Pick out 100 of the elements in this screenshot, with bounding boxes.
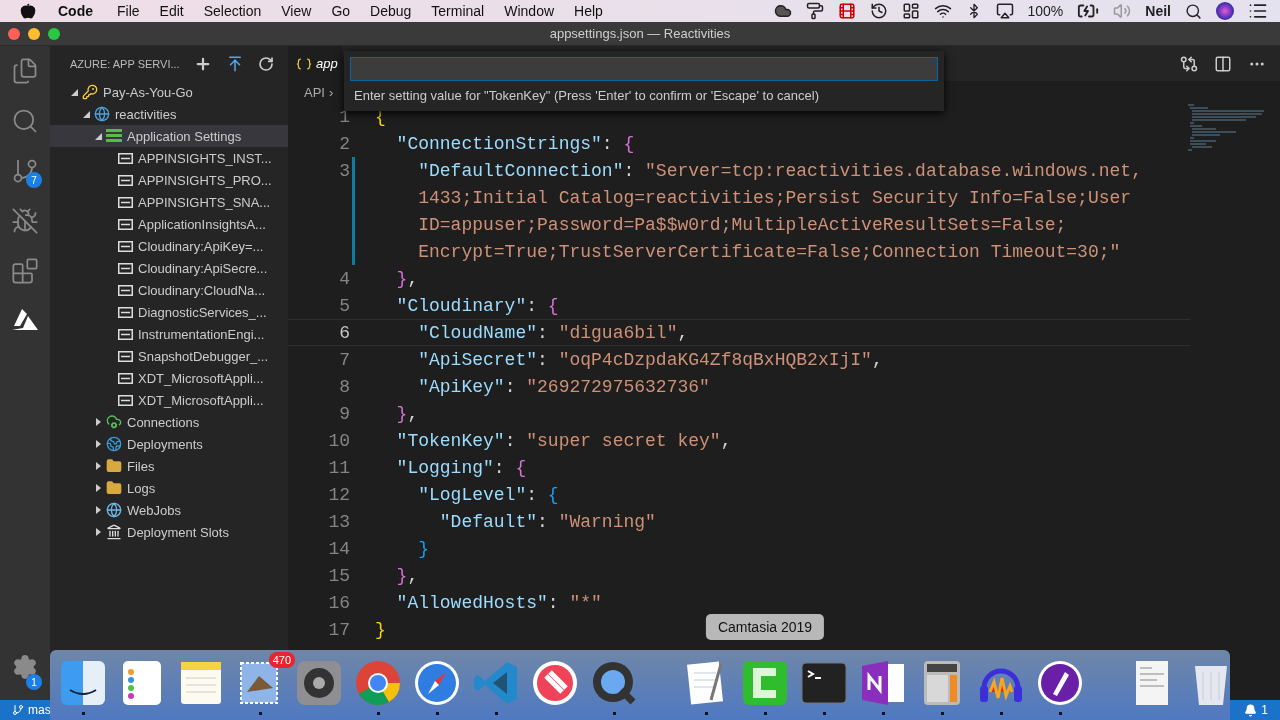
menu-item[interactable]: View [281,3,312,19]
activity-tab[interactable]: 7 [0,146,50,196]
code-line: }, [395,403,419,424]
clock-icon[interactable] [869,2,888,20]
breadcrumb-item[interactable]: › [328,84,334,100]
compare-icon[interactable] [1180,54,1198,73]
input-prompt: Enter setting value for "TokenKey" (Press 'Enter' to confirm or 'Escape' to cancel) [353,87,820,103]
menu-item[interactable]: Go [331,3,351,19]
folder-icon [106,480,122,496]
line-number: 15 [328,565,350,586]
code-line: "Logging": { [395,457,527,478]
code-line: Encrypt=True;TrustServerCertificate=False;Connection Timeout=30;" [417,241,1121,262]
smiling-square-icon[interactable] [58,658,108,708]
code-line: ID=appuser;Password=Pa$$w0rd;MultipleActiveResultSets=False; [417,214,1067,235]
tree-item[interactable]: APPINSIGHTS_INST... [50,147,288,169]
menu-item[interactable]: File [117,3,140,19]
tree-item[interactable]: reactivities [50,103,288,125]
tree-item[interactable]: APPINSIGHTS_SNA... [50,191,288,213]
tree-item[interactable]: XDT_MicrosoftAppli... [50,367,288,389]
code-line: "TokenKey": "super secret key", [395,430,732,451]
collapsed-arrow-icon[interactable] [94,462,102,470]
code-line: "DefaultConnection": "Server=tcp:reactivities.database.windows.net, [417,160,1142,181]
expanded-arrow-icon[interactable] [94,132,102,140]
count-badge: 7 [26,172,42,188]
tree-item[interactable]: SnapshotDebugger_... [50,345,288,367]
code-line: }, [395,565,419,586]
gear-icon[interactable] [294,658,344,708]
tree-item[interactable]: XDT_MicrosoftAppli... [50,389,288,411]
tree-item[interactable]: Deployments [50,433,288,455]
expanded-arrow-icon[interactable] [82,110,90,118]
split-editor-icon[interactable] [1214,54,1232,73]
apple-logo-icon[interactable] [20,3,36,19]
collapsed-arrow-icon[interactable] [94,506,102,514]
zoom-button[interactable] [48,28,60,40]
tree-item[interactable]: InstrumentationEngi... [50,323,288,345]
user-name[interactable]: Neil [1145,3,1171,19]
paint-roller-icon[interactable] [805,2,824,20]
wifi-icon[interactable] [933,2,952,20]
colored-ring-icon[interactable] [353,658,403,708]
tree-item[interactable]: APPINSIGHTS_PRO... [50,169,288,191]
input-field[interactable] [350,57,938,81]
expanded-arrow-icon[interactable] [70,88,78,96]
collapsed-arrow-icon[interactable] [94,528,102,536]
tooltip: Camtasia 2019 [705,614,825,640]
airplay-icon[interactable] [995,2,1014,20]
siri-icon[interactable] [1216,2,1234,20]
settings-button[interactable]: 1 [0,642,50,692]
settings-icon [12,654,38,680]
globe-icon [106,502,122,518]
editor-tab[interactable]: app [288,46,342,81]
refresh-icon[interactable] [258,55,274,72]
tree-item[interactable]: WebJobs [50,499,288,521]
stripes-circle-icon[interactable] [530,658,580,708]
menu-item[interactable]: Edit [159,3,184,19]
notifications-button[interactable]: 1 [1244,703,1268,717]
code-line: } [375,619,386,640]
setting-icon [118,350,133,362]
grid-icon[interactable] [901,2,920,20]
search-icon[interactable] [1185,2,1202,20]
line-number: 9 [339,403,350,424]
menu-icon[interactable] [1248,1,1268,21]
tree-item[interactable]: Logs [50,477,288,499]
collapsed-arrow-icon[interactable] [94,484,102,492]
minimize-button[interactable] [28,28,40,40]
menu-item[interactable]: Debug [370,3,412,19]
tree-item[interactable]: DiagnosticServices_... [50,301,288,323]
setting-icon [118,218,133,230]
letter-c-app-icon[interactable] [740,658,790,708]
menu-item[interactable]: Window [504,3,555,19]
collapsed-arrow-icon[interactable] [94,418,102,426]
tree-item[interactable]: Files [50,455,288,477]
code-line: "AllowedHosts": "*" [395,592,602,613]
line-number: 16 [328,592,350,613]
files-icon [11,57,39,85]
tree-item[interactable]: Pay-As-You-Go [50,81,288,103]
tree-item[interactable]: Deployment Slots [50,521,288,543]
compass-icon[interactable] [412,658,462,708]
branch-indicator[interactable]: mas [12,703,51,717]
cloud-icon[interactable] [773,2,792,20]
close-button[interactable] [8,28,20,40]
collapsed-arrow-icon[interactable] [94,440,102,448]
tree-item[interactable]: Cloudinary:ApiKey=... [50,235,288,257]
menu-item[interactable]: Help [574,3,603,19]
tree-item[interactable]: Cloudinary:CloudNa... [50,279,288,301]
menu-item[interactable]: Terminal [431,3,485,19]
tree-item[interactable]: Cloudinary:ApiSecre... [50,257,288,279]
tree-item[interactable]: Application Settings [50,125,288,147]
branch-icon [11,157,39,185]
menu-item[interactable]: Selection [203,3,262,19]
app-menu[interactable]: Code [58,3,93,19]
code-line: "Default": "Warning" [438,511,656,532]
window-title: appsettings.json — Reactivities [549,26,731,41]
tree-item[interactable]: Connections [50,411,288,433]
upload-icon[interactable] [226,54,244,73]
film-icon[interactable] [837,2,856,20]
line-number: 4 [339,268,350,289]
tree-item[interactable]: ApplicationInsightsA... [50,213,288,235]
quill-circle-icon[interactable] [1035,658,1085,708]
blocks-icon [11,257,39,285]
breadcrumb-item[interactable]: API [304,84,325,100]
